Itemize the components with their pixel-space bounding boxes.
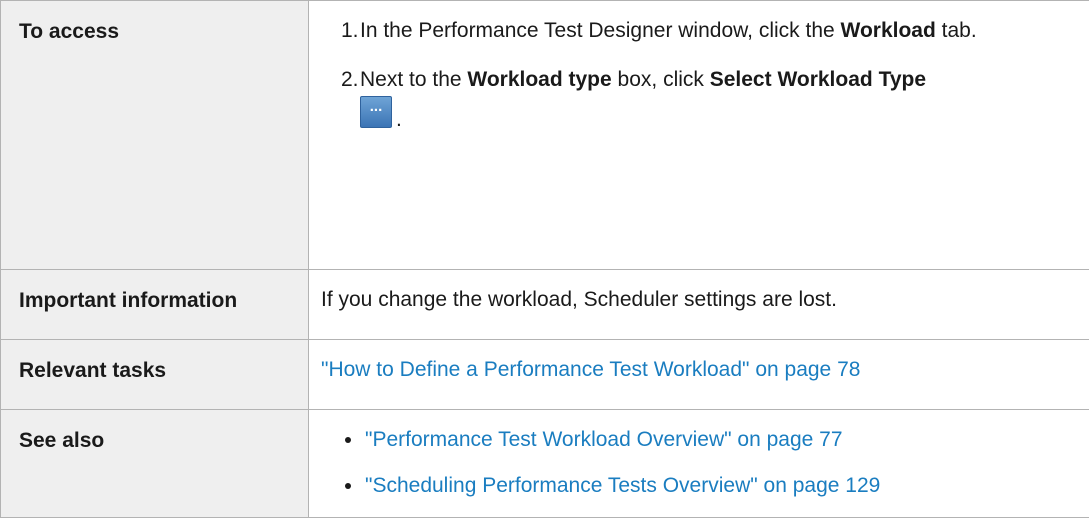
step-bold-text: Select Workload Type: [710, 68, 926, 91]
info-table: To access 1. In the Performance Test Des…: [0, 0, 1089, 518]
access-steps-cell: 1. In the Performance Test Designer wind…: [309, 1, 1089, 270]
bullet-icon: [345, 437, 351, 443]
step-bold-text: Workload type: [467, 68, 611, 91]
access-step-2: 2. Next to the Workload type box, click …: [321, 66, 1075, 134]
important-text: If you change the workload, Scheduler se…: [309, 270, 1089, 340]
row-label: Important information: [1, 270, 309, 340]
see-also-cell: "Performance Test Workload Overview" on …: [309, 410, 1089, 518]
row-label: See also: [1, 410, 309, 518]
relevant-cell: "How to Define a Performance Test Worklo…: [309, 340, 1089, 410]
see-also-item: "Scheduling Performance Tests Overview" …: [321, 472, 1075, 500]
step-text: In the Performance Test Designer window,…: [360, 19, 841, 42]
row-see-also: See also "Performance Test Workload Over…: [1, 410, 1089, 518]
step-text: box, click: [612, 68, 710, 91]
access-steps-list: 1. In the Performance Test Designer wind…: [321, 17, 1075, 134]
ellipsis-button-icon: ...: [360, 96, 392, 128]
step-text: tab.: [936, 19, 977, 42]
see-also-list: "Performance Test Workload Overview" on …: [321, 426, 1075, 500]
row-label: Relevant tasks: [1, 340, 309, 410]
step-number: 2.: [341, 66, 359, 94]
row-label: To access: [1, 1, 309, 270]
row-to-access: To access 1. In the Performance Test Des…: [1, 1, 1089, 270]
access-step-1: 1. In the Performance Test Designer wind…: [321, 17, 1075, 45]
see-also-item: "Performance Test Workload Overview" on …: [321, 426, 1075, 454]
bullet-icon: [345, 483, 351, 489]
see-also-link[interactable]: "Performance Test Workload Overview" on …: [365, 428, 843, 451]
step-text: .: [396, 94, 402, 134]
see-also-link[interactable]: "Scheduling Performance Tests Overview" …: [365, 474, 880, 497]
step-number: 1.: [341, 17, 359, 45]
step-bold-text: Workload: [841, 19, 936, 42]
row-important-information: Important information If you change the …: [1, 270, 1089, 340]
step-text: Next to the: [360, 68, 467, 91]
relevant-task-link[interactable]: "How to Define a Performance Test Worklo…: [321, 358, 860, 381]
row-relevant-tasks: Relevant tasks "How to Define a Performa…: [1, 340, 1089, 410]
